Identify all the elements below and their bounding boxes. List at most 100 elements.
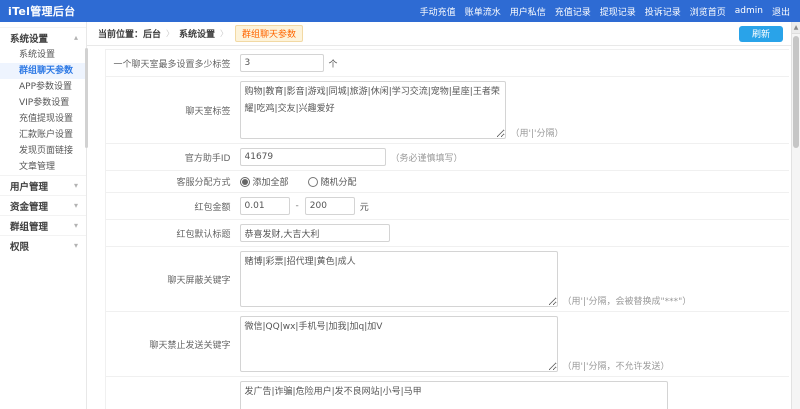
field-cell: （用'|'分隔，不允许发送）: [234, 312, 790, 377]
blocked-keywords-textarea[interactable]: [240, 251, 558, 307]
field-content: 添加全部 随机分配: [240, 175, 784, 188]
field-label: 聊天屏蔽关键字: [106, 247, 234, 312]
redpacket-amount-max-input[interactable]: [305, 197, 355, 215]
chevron-down-icon: ▾: [74, 222, 78, 230]
form-area: 一个聊天室最多设置多少标签个聊天室标签 （用'|'分隔） 官方助手ID （务必谨慎填写…: [87, 46, 791, 409]
sidebar-section-5[interactable]: 权限 ▾: [0, 235, 86, 255]
field-label: [106, 377, 234, 409]
field-content: 个: [240, 54, 784, 72]
radio-option-2[interactable]: 随机分配: [308, 175, 357, 188]
form-row-max-room-tags: 一个聊天室最多设置多少标签个: [106, 50, 790, 77]
sidebar-item-发现页面链接[interactable]: 发现页面链接: [0, 143, 86, 159]
breadcrumb-current: 群组聊天参数: [235, 25, 303, 42]
sidebar-section-4[interactable]: 群组管理 ▾: [0, 215, 86, 235]
app-logo: iTel管理后台: [8, 3, 75, 19]
breadcrumb-item: 系统设置: [179, 27, 215, 40]
field-label: 官方助手ID: [106, 144, 234, 171]
sidebar-scrollbar-thumb[interactable]: [85, 48, 88, 148]
scroll-up-arrow-icon[interactable]: ▲: [792, 22, 800, 34]
breadcrumb-item: 后台: [143, 27, 161, 40]
breadcrumb-items: 后台〉系统设置〉群组聊天参数: [143, 25, 303, 42]
field-cell: （用'|'分隔，会被替换成"***"）: [234, 247, 790, 312]
sidebar-item-充值提现设置[interactable]: 充值提现设置: [0, 111, 86, 127]
sidebar-section-label: 系统设置: [10, 31, 48, 45]
field-content: （用'|'分隔，会被替换成"***"）: [240, 251, 784, 307]
max-room-tags-input[interactable]: [240, 54, 324, 72]
service-assign-mode-radio-1[interactable]: [240, 177, 250, 187]
top-menu-item-1[interactable]: 手动充值: [420, 5, 456, 18]
top-menu-item-8[interactable]: admin: [735, 6, 763, 16]
form-row-blocked-keywords: 聊天屏蔽关键字（用'|'分隔，会被替换成"***"）: [106, 247, 790, 312]
body: 系统设置▴系统设置群组聊天参数APP参数设置VIP参数设置充值提现设置汇款账户设…: [0, 22, 800, 409]
redpacket-title-input[interactable]: [240, 224, 390, 242]
forbidden-keywords-textarea[interactable]: [240, 316, 558, 372]
sidebar-section-3[interactable]: 资金管理▾: [0, 195, 86, 215]
top-menu-item-5[interactable]: 提现记录: [600, 5, 636, 18]
field-suffix: 个: [329, 57, 338, 70]
form-row-redpacket-title: 红包默认标题: [106, 220, 790, 247]
page-scrollbar[interactable]: ▲: [791, 22, 800, 409]
field-content: [240, 381, 784, 409]
field-label: 红包金额: [106, 193, 234, 220]
field-hint: （务必谨慎填写）: [391, 151, 463, 164]
field-cell: （用'|'分隔）: [234, 77, 790, 144]
breadcrumb-bar: 当前位置： 后台〉系统设置〉群组聊天参数 刷新: [87, 22, 791, 46]
field-hint: （用'|'分隔）: [511, 126, 564, 139]
form-row-redpacket-amount: 红包金额-元: [106, 193, 790, 220]
form-row-room-tags: 聊天室标签 （用'|'分隔）: [106, 77, 790, 144]
sidebar-section-label: 用户管理: [10, 179, 48, 193]
sidebar-item-群组聊天参数[interactable]: 群组聊天参数: [0, 63, 86, 79]
top-menu-item-3[interactable]: 用户私信: [510, 5, 546, 18]
top-menu-item-7[interactable]: 浏览首页: [690, 5, 726, 18]
radio-label: 添加全部: [253, 175, 289, 188]
sidebar-section-label: 权限: [10, 239, 29, 253]
field-content: （用'|'分隔，不允许发送）: [240, 316, 784, 372]
official-assistant-id-input[interactable]: [240, 148, 386, 166]
field-label: 聊天室标签: [106, 77, 234, 144]
service-assign-mode-radio-2[interactable]: [308, 177, 318, 187]
sidebar-section-label: 群组管理: [10, 219, 48, 233]
sidebar-item-文章管理[interactable]: 文章管理: [0, 159, 86, 175]
sidebar-section-2[interactable]: 用户管理 ▾: [0, 175, 86, 195]
breadcrumb-prefix: 当前位置：: [98, 27, 143, 40]
field-label: 红包默认标题: [106, 220, 234, 247]
extra-keywords-textarea[interactable]: [240, 381, 668, 409]
sidebar-item-汇款账户设置[interactable]: 汇款账户设置: [0, 127, 86, 143]
form-row-extra-keywords: [106, 377, 790, 409]
chevron-down-icon: ▾: [74, 242, 78, 250]
radio-label: 随机分配: [321, 175, 357, 188]
sidebar-item-APP参数设置[interactable]: APP参数设置: [0, 79, 86, 95]
form-row-official-assistant-id: 官方助手ID （务必谨慎填写）: [106, 144, 790, 171]
breadcrumb-separator-icon: 〉: [166, 28, 174, 39]
breadcrumb: 当前位置： 后台〉系统设置〉群组聊天参数: [98, 25, 303, 42]
top-menu-item-2[interactable]: 账单流水: [465, 5, 501, 18]
sidebar-section-1[interactable]: 系统设置 ▴: [0, 27, 86, 47]
breadcrumb-separator-icon: 〉: [220, 28, 228, 39]
form-row-service-assign-mode: 客服分配方式 添加全部 随机分配: [106, 171, 790, 193]
form-table-body: 一个聊天室最多设置多少标签个聊天室标签 （用'|'分隔） 官方助手ID （务必谨慎填写…: [106, 50, 790, 409]
top-menu-item-6[interactable]: 投诉记录: [645, 5, 681, 18]
field-label: 客服分配方式: [106, 171, 234, 193]
refresh-button[interactable]: 刷新: [739, 26, 783, 42]
page: iTel管理后台 手动充值账单流水用户私信充值记录提现记录投诉记录浏览首页 adm…: [0, 0, 800, 409]
field-suffix: 元: [360, 200, 369, 213]
range-separator: -: [296, 201, 299, 211]
field-cell: （务必谨慎填写）: [234, 144, 790, 171]
chevron-down-icon: ▾: [74, 182, 78, 190]
field-cell: [234, 220, 790, 247]
field-cell: [234, 377, 790, 409]
top-menu-item-4[interactable]: 充值记录: [555, 5, 591, 18]
chevron-up-icon: ▴: [74, 34, 78, 42]
field-cell: 个: [234, 50, 790, 77]
sidebar-item-系统设置[interactable]: 系统设置: [0, 47, 86, 63]
page-scrollbar-thumb[interactable]: [793, 36, 799, 148]
field-cell: -元: [234, 193, 790, 220]
settings-form: 一个聊天室最多设置多少标签个聊天室标签 （用'|'分隔） 官方助手ID （务必谨慎填写…: [105, 49, 789, 409]
field-content: -元: [240, 197, 784, 215]
top-menu-item-9[interactable]: 退出: [772, 5, 790, 18]
redpacket-amount-min-input[interactable]: [240, 197, 290, 215]
radio-option-1[interactable]: 添加全部: [240, 175, 289, 188]
field-label: 聊天禁止发送关键字: [106, 312, 234, 377]
sidebar-item-VIP参数设置[interactable]: VIP参数设置: [0, 95, 86, 111]
room-tags-textarea[interactable]: [240, 81, 506, 139]
